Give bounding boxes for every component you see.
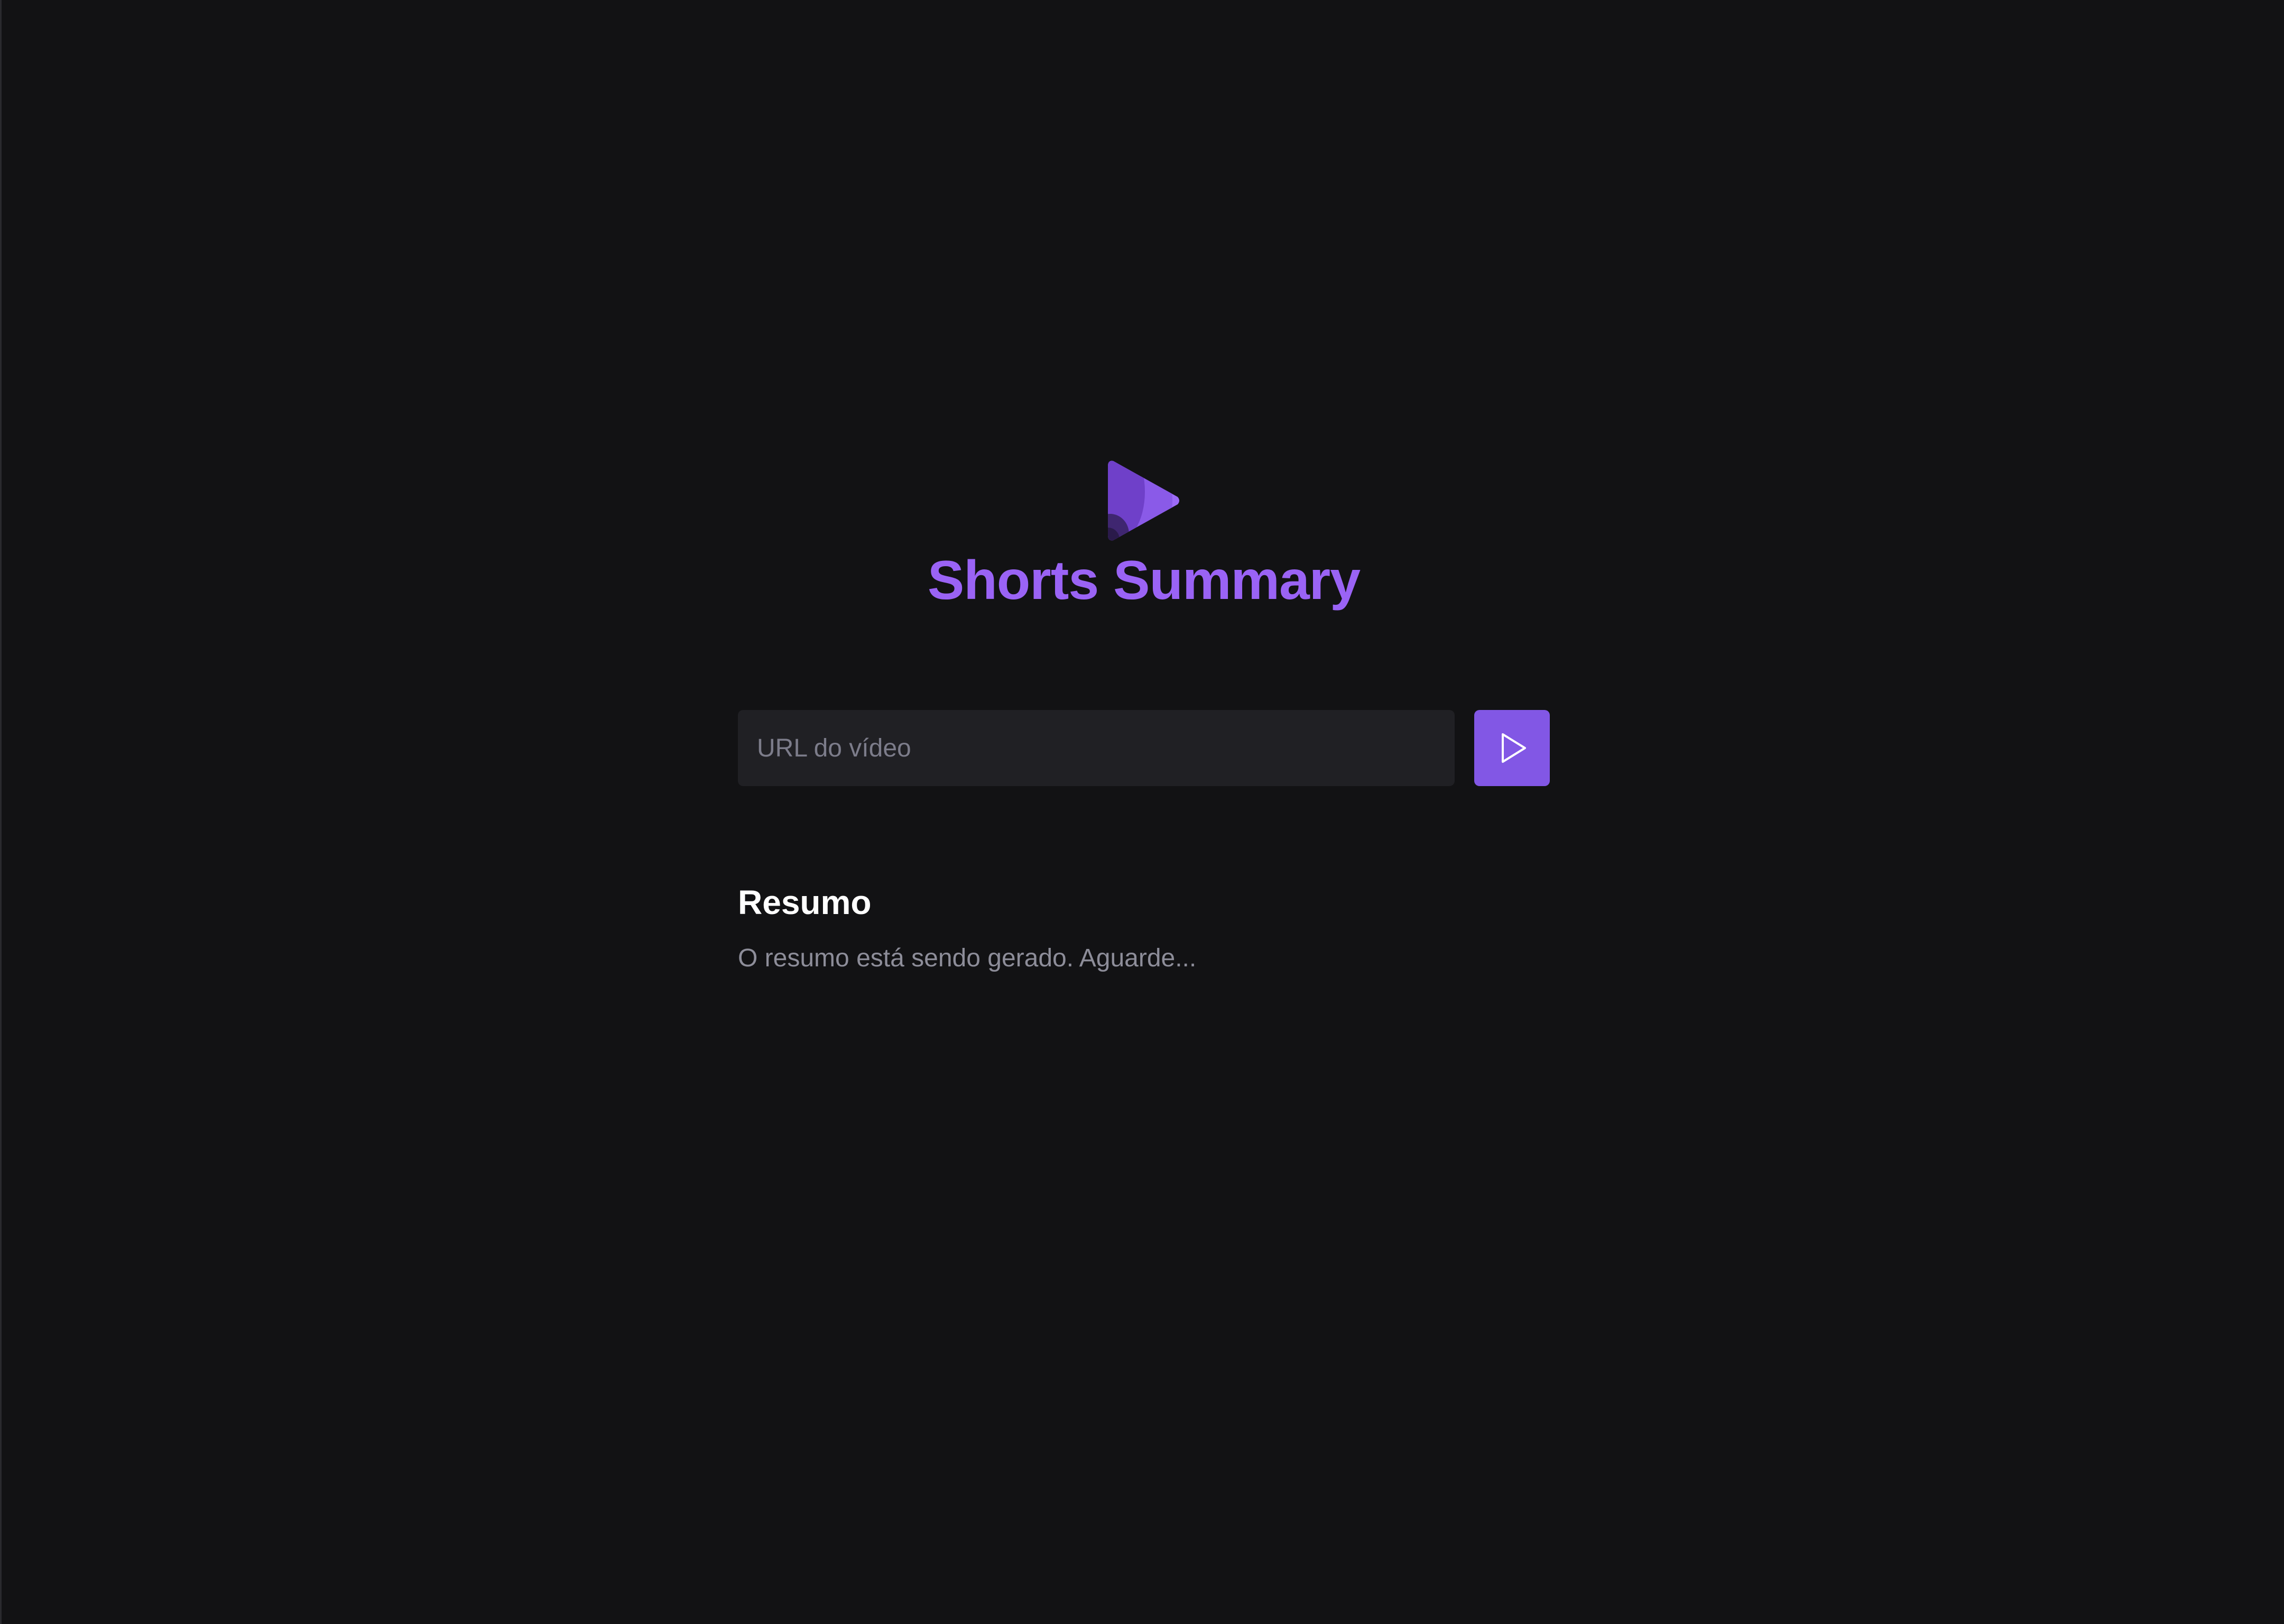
summary-heading: Resumo [738, 883, 872, 921]
video-url-form [738, 710, 1550, 786]
summary-section: Resumo O resumo está sendo gerado. Aguar… [738, 885, 1550, 971]
play-icon [1501, 733, 1526, 763]
video-url-input[interactable] [738, 710, 1455, 786]
app-title: Shorts Summary [927, 550, 1361, 611]
summary-status-text: O resumo está sendo gerado. Aguarde... [738, 944, 1197, 972]
submit-button[interactable] [1474, 710, 1550, 786]
app-header: Shorts Summary [738, 460, 1550, 608]
play-logo-icon [1108, 460, 1179, 541]
app-container: Shorts Summary Resumo O resumo está send… [738, 460, 1550, 971]
